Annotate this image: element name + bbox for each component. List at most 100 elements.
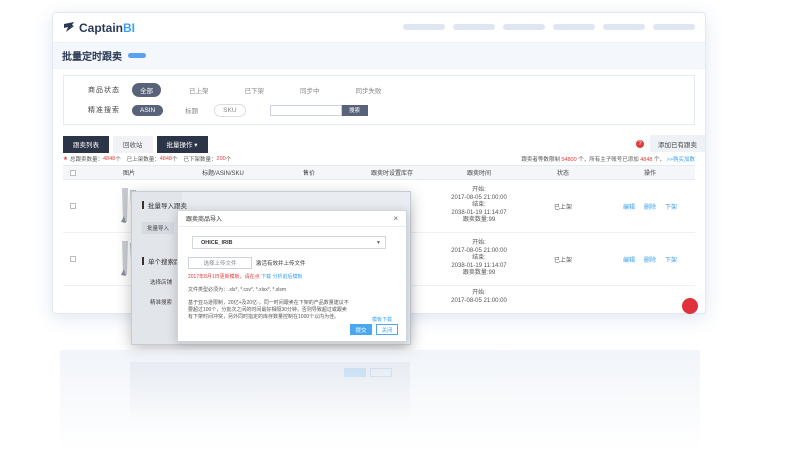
template-note: 2017年8月1日更新模板，请在点 下载 分析前后模板: [188, 274, 303, 280]
delete-link[interactable]: 删除: [644, 202, 656, 211]
table-header: 图片 标题/ASIN/SKU 售价 跟卖时设置库存 跟卖时间 状态 操作: [63, 166, 695, 180]
search-filter-row: 精准搜索 ASIN 标题 SKU 搜索: [70, 100, 688, 120]
desc-line-3: 有下架时间冲突，另外同时指定的库存数量控制在1000个以内为佳。: [188, 314, 340, 320]
panel-precise-search: 精准搜索: [150, 300, 173, 306]
unlist-link[interactable]: 下架: [665, 202, 677, 211]
search-filter-label: 精准搜索: [88, 107, 120, 114]
modal-footer: 提交 关闭: [350, 324, 398, 335]
status-chip-syncing[interactable]: 同步中: [292, 83, 328, 97]
stat-on-value: 4848: [159, 156, 172, 162]
desc-line-1: 基于亚马逊限制，20亿+及20亿-，同一时间跟卖在下架的产品数量建议不: [188, 300, 349, 306]
star-icon: ★: [63, 156, 68, 162]
desc-line-2: 要超过100个，分批次之间的时间最好相隔30分钟，否则导致超过或跟卖: [188, 307, 347, 313]
add-existing-button[interactable]: 添加已有跟卖: [650, 135, 705, 152]
shop-select[interactable]: OHICE_IRIB ▼: [192, 236, 386, 249]
status-filter-row: 商品状态 全部 已上架 已下架 同步中 同步失败: [70, 80, 688, 100]
status-chip-failed[interactable]: 同步失败: [348, 83, 390, 97]
stat-on-label: 已上架数量：: [126, 157, 160, 163]
batch-import-button[interactable]: 批量导入: [142, 222, 174, 234]
select-all-checkbox[interactable]: [70, 169, 76, 176]
stats-row: ★ 总跟卖数量： 4848 个 已上架数量： 4848 个 已下架数量： 200…: [53, 153, 705, 165]
modal-reflection: [130, 362, 410, 422]
nav-item-2[interactable]: [453, 24, 495, 30]
row-time: 开始: 2017-08-05 21:00:00 结束: 2038-01-19 1…: [451, 187, 507, 224]
logo-text: Captain: [79, 20, 124, 35]
delete-link[interactable]: 删除: [644, 255, 656, 264]
stat-total-unit: 个: [115, 157, 121, 163]
title-decoration: [128, 53, 146, 58]
submit-button[interactable]: 提交: [350, 324, 372, 335]
upload-file-button[interactable]: 选择上传文件: [188, 257, 252, 269]
compare-template-link[interactable]: 分析前后模板: [272, 274, 302, 280]
row-ops: 编辑 删除 下架: [605, 255, 695, 264]
buy-more-link[interactable]: >>购买加数: [667, 157, 695, 163]
search-chip-sku[interactable]: SKU: [214, 103, 246, 117]
col-time: 跟卖时间: [466, 171, 491, 177]
chevron-down-icon: ▼: [376, 240, 381, 246]
panel-sidebar: [132, 192, 182, 344]
close-icon[interactable]: ×: [393, 214, 398, 223]
stat-on-unit: 个: [171, 157, 178, 163]
col-title: 标题/ASIN/SKU: [202, 171, 244, 177]
search-chip-asin[interactable]: ASIN: [132, 104, 164, 116]
tab-recycle-bin[interactable]: 回收站: [113, 135, 153, 153]
nav-item-1[interactable]: [403, 24, 445, 30]
search-input[interactable]: [269, 104, 342, 116]
template-download-link[interactable]: 模板下载: [372, 316, 392, 323]
panel-section-batch: 批量导入跟卖: [142, 200, 187, 210]
batch-operation-button[interactable]: 批量操作 ▾: [156, 135, 208, 153]
floating-action-button[interactable]: [682, 298, 698, 314]
nav-item-4[interactable]: [553, 24, 595, 30]
download-link[interactable]: 下载: [261, 274, 271, 280]
row-checkbox[interactable]: [70, 203, 76, 209]
stat-off-label: 已下架数量：: [183, 157, 217, 163]
unlist-link[interactable]: 下架: [665, 255, 677, 264]
filter-box: 商品状态 全部 已上架 已下架 同步中 同步失败 精准搜索 ASIN 标题 SK…: [63, 75, 695, 125]
col-stock[interactable]: 跟卖时设置库存: [347, 168, 437, 177]
status-chip-all[interactable]: 全部: [132, 83, 161, 97]
nav-item-3[interactable]: [503, 24, 545, 30]
col-image: 图片: [122, 171, 135, 177]
stat-total-label: 总跟卖数量：: [69, 157, 103, 163]
screenshot-stage: { "app": { "logo_text": "Captain", "logo…: [0, 0, 788, 459]
search-button[interactable]: 搜索: [341, 104, 368, 116]
stat-off-unit: 个: [225, 157, 232, 163]
limit-text-b: 个，所有主子账号已添加: [578, 157, 639, 163]
col-ops: 操作: [643, 171, 656, 177]
top-bar: Captain BI: [53, 13, 705, 43]
stats-right: 跟卖者等数限制 54800 个，所有主子账号已添加 4848 个， >>购买加数: [521, 155, 695, 163]
status-filter-label: 商品状态: [88, 87, 120, 94]
reflection-button: [370, 368, 392, 377]
modal-title: 跟卖商品导入: [186, 217, 223, 223]
upload-hint: 激活有效并上传文件: [256, 261, 306, 267]
toolbar-right: ? 添加已有跟卖: [636, 135, 705, 152]
row-time: 开始: 2017-08-05 21:00:00: [451, 290, 507, 304]
edit-link[interactable]: 编辑: [623, 255, 635, 264]
help-icon[interactable]: ?: [636, 139, 644, 148]
import-modal: 跟卖商品导入 × OHICE_IRIB ▼ 选择上传文件 激活有效并上传文件 2…: [177, 210, 407, 342]
reflection-button: [344, 368, 366, 377]
status-chip-off[interactable]: 已下架: [237, 83, 273, 97]
captain-logo-icon: [63, 22, 75, 33]
upload-row: 选择上传文件 激活有效并上传文件: [188, 257, 306, 269]
search-chip-title[interactable]: 标题: [177, 103, 206, 117]
status-chip-on[interactable]: 已上架: [181, 83, 217, 97]
nav-item-5[interactable]: [603, 24, 645, 30]
row-time: 开始: 2017-08-05 21:00:00 结束: 2038-01-19 1…: [451, 240, 507, 277]
logo-accent: BI: [123, 20, 136, 35]
cancel-button[interactable]: 关闭: [376, 324, 398, 335]
limit-text-c: 个，: [654, 157, 666, 163]
nav-item-6[interactable]: [653, 24, 695, 30]
page-title: 批量定时跟卖: [62, 52, 122, 63]
row-checkbox[interactable]: [70, 256, 76, 262]
modal-header: 跟卖商品导入 ×: [178, 211, 406, 227]
shop-select-value: OHICE_IRIB: [201, 239, 233, 246]
edit-link[interactable]: 编辑: [623, 202, 635, 211]
limit-value-a: 54800: [561, 157, 577, 163]
file-types-note: 文件类型必须为：.xls*, *.csv*, *.xlsx*, *.xlsm: [188, 287, 287, 293]
col-price[interactable]: 售价: [271, 168, 347, 177]
tab-follow-list[interactable]: 跟卖列表: [63, 135, 109, 153]
col-status[interactable]: 状态: [521, 168, 605, 177]
row-ops: 编辑 删除 下架: [605, 202, 695, 211]
logo[interactable]: Captain BI: [63, 21, 135, 35]
